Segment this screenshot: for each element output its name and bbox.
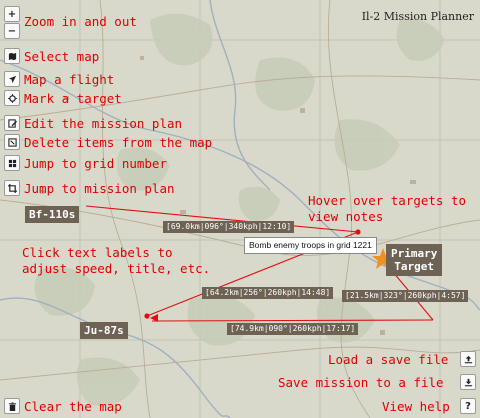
mark-target-button[interactable]	[4, 90, 20, 106]
leg-label[interactable]: [21.5km|323°|260kph|4:57]	[342, 290, 469, 302]
app-title: Il-2 Mission Planner	[361, 10, 474, 23]
map-canvas[interactable]: Il-2 Mission Planner + − Zoom in and out…	[0, 0, 480, 418]
leg-label[interactable]: [69.0km|096°|340kph|12:10]	[163, 221, 295, 233]
hint-save-mission: Save mission to a file	[278, 375, 444, 390]
target-label[interactable]: Primary Target	[386, 244, 443, 276]
hint-zoom: Zoom in and out	[24, 14, 137, 29]
waypoint[interactable]	[355, 229, 361, 235]
clear-map-button[interactable]	[4, 398, 20, 414]
hint-edit-plan: Edit the mission plan	[24, 116, 183, 131]
flight-leg	[151, 319, 434, 322]
zoom-in-icon: +	[7, 8, 17, 20]
upload-icon	[464, 355, 472, 363]
zoom-out-button[interactable]: −	[4, 23, 20, 39]
edit-icon	[7, 118, 17, 128]
leg-label[interactable]: [64.2km|256°|260kph|14:48]	[202, 287, 334, 299]
help-icon: ?	[465, 400, 471, 412]
zoom-in-button[interactable]: +	[4, 6, 20, 22]
hint-click-labels-line2: adjust speed, title, etc.	[22, 261, 211, 276]
target-note-tooltip: Bomb enemy troops in grid 1221	[244, 237, 377, 254]
flight-label-bf110[interactable]: Bf-110s	[25, 206, 80, 223]
map-icon	[8, 52, 16, 60]
target-label-line1: Primary	[391, 247, 438, 260]
help-button[interactable]: ?	[460, 398, 476, 414]
hint-hover-notes-line1: Hover over targets to	[308, 193, 467, 208]
jump-plan-button[interactable]	[4, 180, 20, 196]
flight-label-ju87[interactable]: Ju-87s	[80, 322, 128, 339]
hint-load-save: Load a save file	[328, 352, 449, 367]
hint-jump-plan: Jump to mission plan	[24, 181, 175, 196]
load-save-button[interactable]	[460, 351, 476, 367]
hint-map-flight: Map a flight	[24, 72, 115, 87]
hint-delete-items: Delete items from the map	[24, 135, 213, 150]
zoom-out-icon: −	[7, 25, 17, 37]
delete-icon	[7, 137, 17, 147]
leg-label[interactable]: [74.9km|090°|260kph|17:17]	[227, 323, 359, 335]
target-label-line2: Target	[394, 260, 435, 273]
hint-select-map: Select map	[24, 49, 100, 64]
download-icon	[464, 378, 472, 386]
trash-icon	[8, 401, 16, 411]
jump-grid-button[interactable]	[4, 155, 20, 171]
edit-plan-button[interactable]	[4, 115, 20, 131]
hint-view-help: View help	[382, 399, 450, 414]
grid-icon	[8, 159, 16, 167]
delete-items-button[interactable]	[4, 134, 20, 150]
hint-jump-grid: Jump to grid number	[24, 156, 167, 171]
save-mission-button[interactable]	[460, 374, 476, 390]
map-flight-button[interactable]	[4, 71, 20, 87]
target-icon	[7, 93, 17, 103]
hint-click-labels-line1: Click text labels to	[22, 245, 173, 260]
waypoint[interactable]	[144, 313, 150, 319]
hint-hover-notes-line2: view notes	[308, 209, 384, 224]
plane-icon	[8, 75, 16, 83]
hint-mark-target: Mark a target	[24, 91, 122, 106]
hint-clear-map: Clear the map	[24, 399, 122, 414]
select-map-button[interactable]	[4, 48, 20, 64]
crop-icon	[7, 183, 17, 193]
